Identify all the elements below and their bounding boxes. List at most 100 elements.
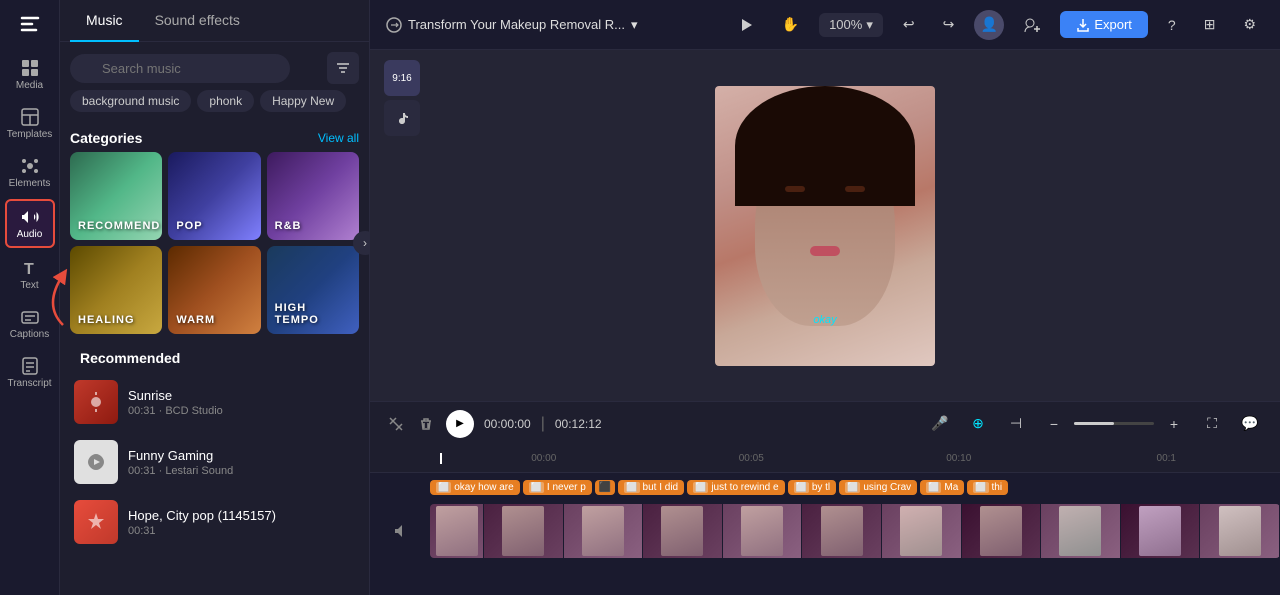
main-content: Transform Your Makeup Removal R... ▾ ✋ 1…: [370, 0, 1280, 595]
search-input[interactable]: [70, 54, 290, 83]
layout-button[interactable]: ⊞: [1196, 12, 1224, 37]
subtitle-overlay: okay: [813, 314, 836, 326]
app-logo[interactable]: [14, 8, 46, 40]
track-info-hope: Hope, City pop (1145157) 00:31: [128, 508, 355, 537]
playhead[interactable]: [440, 453, 442, 464]
frame-thumb-4: [723, 504, 803, 558]
frame-thumb-6: [882, 504, 962, 558]
timeline-trim-button[interactable]: [386, 414, 406, 434]
play-button[interactable]: ▶: [446, 410, 474, 438]
frame-thumb-7: [962, 504, 1042, 558]
total-time: 00:12:12: [555, 417, 602, 431]
tag-phonk[interactable]: phonk: [197, 90, 254, 112]
tab-sound-effects[interactable]: Sound effects: [139, 0, 256, 42]
ruler-mark-2: 00:10: [855, 453, 1063, 464]
subtitle-chip-separator[interactable]: ⬛: [595, 480, 615, 495]
microphone-button[interactable]: 🎤: [926, 410, 954, 438]
frame-thumb-5: [802, 504, 882, 558]
zoom-control[interactable]: 100% ▾: [819, 13, 883, 37]
sidebar-item-media[interactable]: Media: [5, 52, 55, 97]
format-916-button[interactable]: 9:16: [384, 60, 420, 96]
fullscreen-button[interactable]: ⛶: [1198, 410, 1226, 438]
add-user-button[interactable]: [1016, 13, 1048, 37]
frame-thumb-0: [430, 504, 484, 558]
category-warm[interactable]: WARM: [168, 246, 260, 334]
redo-button[interactable]: ↪: [935, 12, 963, 37]
ai-button[interactable]: ⊕: [964, 410, 992, 438]
zoom-in-button[interactable]: +: [1160, 410, 1188, 438]
settings-button[interactable]: ⚙: [1235, 12, 1264, 37]
track-name-funny: Funny Gaming: [128, 448, 355, 463]
frame-thumb-1: [484, 504, 564, 558]
subtitle-chip-7[interactable]: ⬜ thi: [967, 480, 1008, 495]
sidebar-item-templates[interactable]: Templates: [5, 101, 55, 146]
category-rnb[interactable]: R&B: [267, 152, 359, 240]
category-high-tempo[interactable]: HIGH TEMPO: [267, 246, 359, 334]
music-panel: Music Sound effects 🔍 background music p…: [60, 0, 370, 595]
undo-button[interactable]: ↩: [895, 12, 923, 37]
format-label: 9:16: [392, 73, 411, 84]
subtitle-chip-3[interactable]: ⬜ just to rewind e: [687, 480, 784, 495]
track-meta-sunrise: 00:31 · BCD Studio: [128, 405, 355, 417]
subtitle-icon: ⬜: [624, 482, 639, 493]
timeline-delete-button[interactable]: [416, 414, 436, 434]
categories-next-button[interactable]: ›: [353, 231, 370, 255]
tiktok-format-button[interactable]: [384, 100, 420, 136]
subtitle-chip-0[interactable]: ⬜ okay how are: [430, 480, 520, 495]
timeline-ruler: 00:00 00:05 00:10 00:1: [370, 445, 1280, 473]
play-mode-button[interactable]: [730, 13, 762, 37]
subtitle-icon: ⬜: [436, 482, 451, 493]
frame-thumb-2: [564, 504, 644, 558]
tags-row: background music phonk Happy New: [60, 90, 369, 122]
video-preview: okay: [715, 86, 935, 366]
subtitle-track: ⬜ okay how are ⬜ I never p ⬛ ⬜ but I did…: [370, 473, 1280, 501]
frame-thumb-8: [1041, 504, 1121, 558]
category-pop[interactable]: POP: [168, 152, 260, 240]
track-sunrise[interactable]: Sunrise 00:31 · BCD Studio: [70, 372, 359, 432]
subtitle-icon: ⬜: [973, 482, 988, 493]
help-button[interactable]: ?: [1160, 13, 1184, 37]
subtitle-chip-4[interactable]: ⬜ by tl: [788, 480, 837, 495]
subtitle-icon: ⬜: [926, 482, 941, 493]
video-track: [370, 501, 1280, 561]
category-healing[interactable]: HEALING: [70, 246, 162, 334]
hand-tool-button[interactable]: ✋: [774, 12, 807, 37]
sidebar-item-transcript[interactable]: Transcript: [5, 350, 55, 395]
subtitle-chip-6[interactable]: ⬜ Ma: [920, 480, 964, 495]
filter-button[interactable]: [327, 52, 359, 84]
tab-music[interactable]: Music: [70, 0, 139, 42]
subtitle-icon: ⬜: [845, 482, 860, 493]
recommended-header: Recommended: [70, 342, 359, 372]
track-funny[interactable]: Funny Gaming 00:31 · Lestari Sound: [70, 432, 359, 492]
split-button[interactable]: ⊣: [1002, 410, 1030, 438]
track-hope[interactable]: Hope, City pop (1145157) 00:31: [70, 492, 359, 552]
export-button[interactable]: Export: [1060, 11, 1148, 38]
search-row: 🔍: [60, 42, 369, 90]
sidebar-item-audio[interactable]: Audio: [5, 199, 55, 248]
view-all-link[interactable]: View all: [318, 131, 359, 145]
time-separator: |: [541, 415, 545, 433]
track-name-sunrise: Sunrise: [128, 388, 355, 403]
subtitle-chip-2[interactable]: ⬜ but I did: [618, 480, 684, 495]
tag-background-music[interactable]: background music: [70, 90, 191, 112]
tag-happy-new[interactable]: Happy New: [260, 90, 346, 112]
category-recommend[interactable]: RECOMMEND: [70, 152, 162, 240]
recommended-section: Recommended Sunrise 00:31 · BCD Studio: [60, 334, 369, 595]
subtitle-icon: ⬜: [794, 482, 809, 493]
comment-button[interactable]: 💬: [1236, 410, 1264, 438]
subtitle-icon: ⬜: [693, 482, 708, 493]
ruler-mark-0: 00:00: [440, 453, 648, 464]
canvas-area: 9:16: [370, 50, 1280, 401]
track-meta-hope: 00:31: [128, 525, 355, 537]
avatar[interactable]: 👤: [974, 10, 1004, 40]
subtitle-chip-1[interactable]: ⬜ I never p: [523, 480, 592, 495]
sidebar-item-elements[interactable]: Elements: [5, 150, 55, 195]
project-name[interactable]: Transform Your Makeup Removal R... ▾: [386, 17, 638, 33]
track-meta-funny: 00:31 · Lestari Sound: [128, 465, 355, 477]
zoom-out-button[interactable]: −: [1040, 410, 1068, 438]
zoom-slider-fill: [1074, 422, 1114, 425]
subtitle-chip-5[interactable]: ⬜ using Crav: [839, 480, 917, 495]
track-name-hope: Hope, City pop (1145157): [128, 508, 355, 523]
category-grid: RECOMMEND POP R&B HEALING WARM HIGH TEMP…: [60, 152, 369, 334]
zoom-slider-track[interactable]: [1074, 422, 1154, 425]
